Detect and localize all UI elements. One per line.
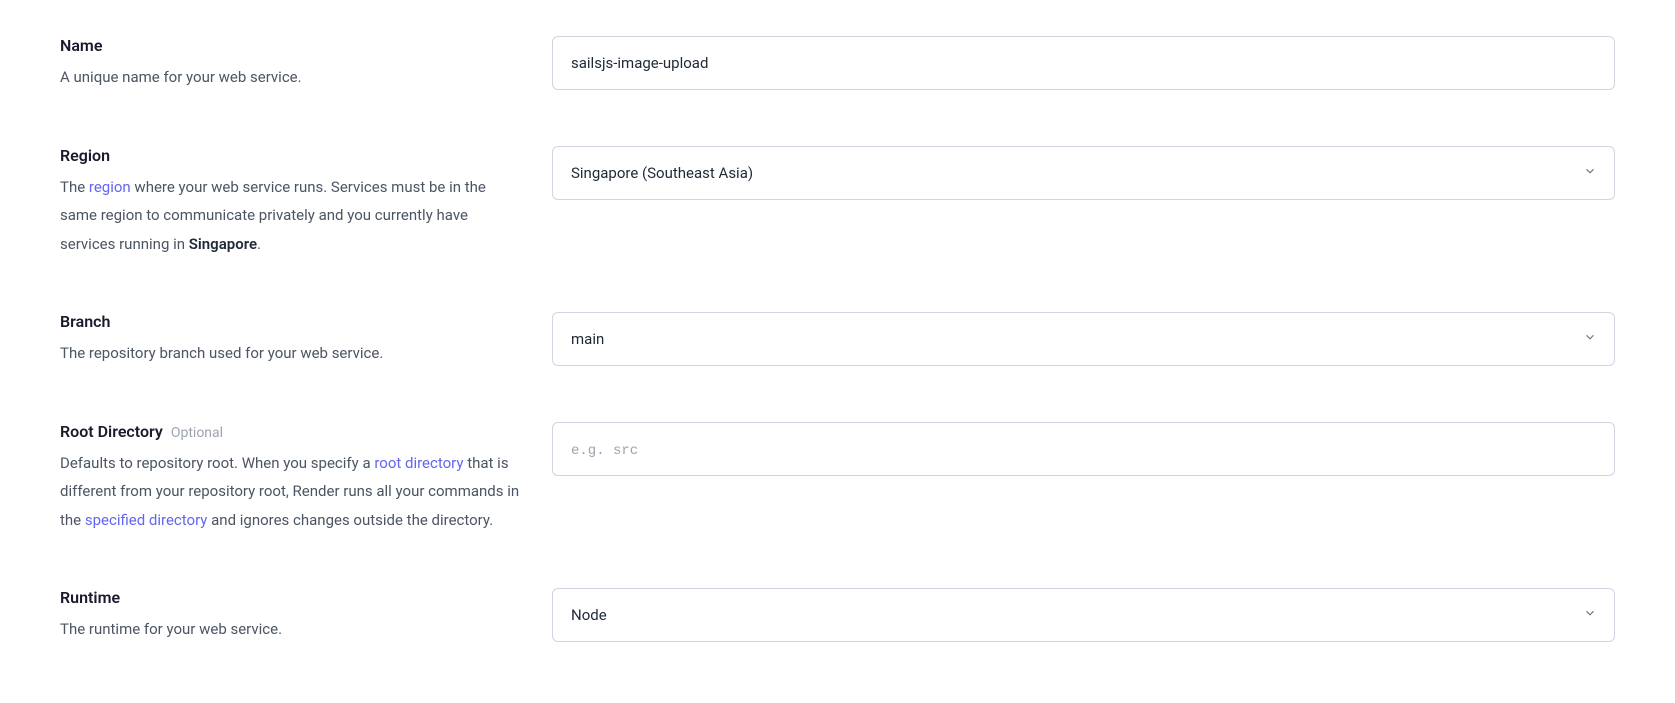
branch-select-wrap: main [552,312,1615,366]
root-directory-desc-suffix: and ignores changes outside the director… [207,511,493,529]
runtime-desc: The runtime for your web service. [60,615,520,644]
branch-select[interactable]: main [552,312,1615,366]
runtime-label: Runtime [60,588,520,607]
branch-desc: The repository branch used for your web … [60,339,520,368]
field-row-root-directory: Root Directory Optional Defaults to repo… [60,422,1615,535]
root-directory-optional-tag: Optional [171,425,223,441]
region-select-value: Singapore (Southeast Asia) [571,164,753,182]
region-select-wrap: Singapore (Southeast Asia) [552,146,1615,200]
input-col-root-directory [552,422,1615,476]
runtime-select[interactable]: Node [552,588,1615,642]
root-directory-link-1[interactable]: root directory [374,454,463,472]
label-col-root-directory: Root Directory Optional Defaults to repo… [60,422,520,535]
input-col-name [552,36,1615,90]
root-directory-desc: Defaults to repository root. When you sp… [60,449,520,535]
name-desc: A unique name for your web service. [60,63,520,92]
field-row-runtime: Runtime The runtime for your web service… [60,588,1615,644]
region-desc: The region where your web service runs. … [60,173,520,259]
name-input[interactable] [552,36,1615,90]
root-directory-input[interactable] [552,422,1615,476]
field-row-region: Region The region where your web service… [60,146,1615,259]
input-col-branch: main [552,312,1615,366]
field-row-name: Name A unique name for your web service. [60,36,1615,92]
label-col-region: Region The region where your web service… [60,146,520,259]
name-label: Name [60,36,520,55]
branch-label: Branch [60,312,520,331]
root-directory-label: Root Directory Optional [60,422,520,441]
branch-select-value: main [571,330,604,348]
region-desc-prefix: The [60,178,89,196]
field-row-branch: Branch The repository branch used for yo… [60,312,1615,368]
label-col-name: Name A unique name for your web service. [60,36,520,92]
label-col-runtime: Runtime The runtime for your web service… [60,588,520,644]
runtime-select-wrap: Node [552,588,1615,642]
region-label: Region [60,146,520,165]
input-col-region: Singapore (Southeast Asia) [552,146,1615,200]
root-directory-label-text: Root Directory [60,422,163,441]
label-col-branch: Branch The repository branch used for yo… [60,312,520,368]
runtime-select-value: Node [571,606,607,624]
region-desc-strong: Singapore [189,235,257,253]
region-select[interactable]: Singapore (Southeast Asia) [552,146,1615,200]
root-directory-link-2[interactable]: specified directory [85,511,208,529]
root-directory-desc-prefix: Defaults to repository root. When you sp… [60,454,374,472]
region-desc-suffix: . [257,235,261,253]
input-col-runtime: Node [552,588,1615,642]
region-link[interactable]: region [89,178,131,196]
